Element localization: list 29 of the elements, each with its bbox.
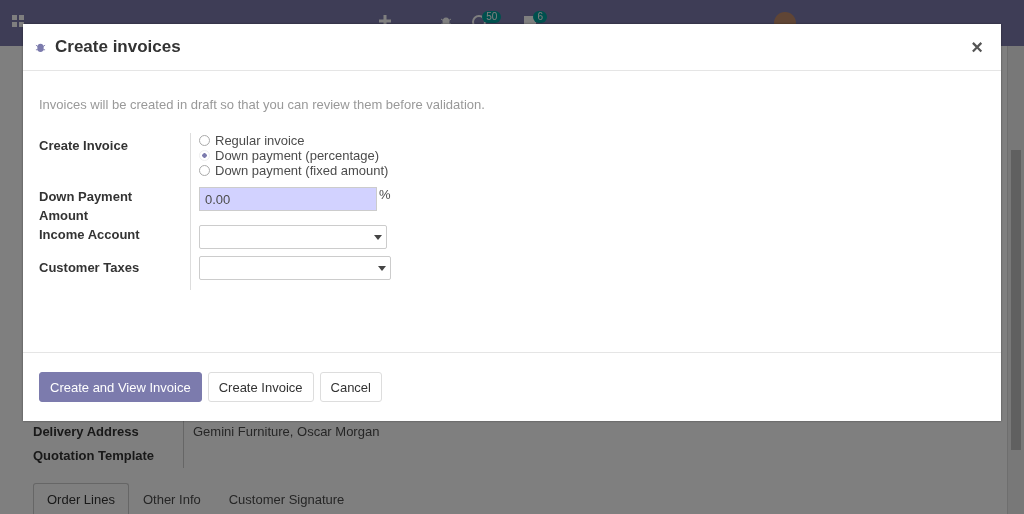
action-button[interactable]: Create and View Invoice <box>39 372 202 402</box>
bug-icon <box>35 41 46 53</box>
amount-field[interactable]: 0.00 <box>199 187 377 211</box>
field-label: Income Account <box>39 226 141 244</box>
dialog-title: Create invoices <box>55 37 182 57</box>
radio-option[interactable]: Regular invoice <box>199 133 439 148</box>
unit-label: % <box>379 187 391 202</box>
action-button[interactable]: Create Invoice <box>207 372 314 402</box>
field-label: Quotation Template <box>33 444 184 468</box>
info-text: Invoices will be created in draft so that you can review them before validation. <box>39 97 486 112</box>
radio-option[interactable]: Down payment (percentage) <box>199 148 439 163</box>
message-count-badge: 6 <box>533 11 547 23</box>
activity-count-badge: 50 <box>482 11 502 23</box>
form-tab[interactable]: Customer Signature <box>214 483 359 514</box>
close-button[interactable]: × <box>965 35 989 59</box>
field-label: Create Invoice <box>39 137 129 155</box>
scrollbar[interactable] <box>1007 46 1024 514</box>
caret-icon <box>378 265 386 271</box>
apps-grid-icon[interactable] <box>12 15 24 27</box>
field-label: Customer Taxes <box>39 259 141 277</box>
radio-option[interactable]: Down payment (fixed amount) <box>199 163 439 178</box>
field-label: Down Payment Amount <box>39 188 134 225</box>
form-tab[interactable]: Order Lines <box>33 483 129 514</box>
select-field[interactable] <box>199 225 387 249</box>
form-tab[interactable]: Other Info <box>128 483 215 514</box>
action-button[interactable]: Cancel <box>319 372 382 402</box>
caret-icon <box>374 234 382 240</box>
select-field[interactable] <box>199 256 391 280</box>
field-value: Gemini Furniture, Oscar Morgan <box>192 423 380 441</box>
